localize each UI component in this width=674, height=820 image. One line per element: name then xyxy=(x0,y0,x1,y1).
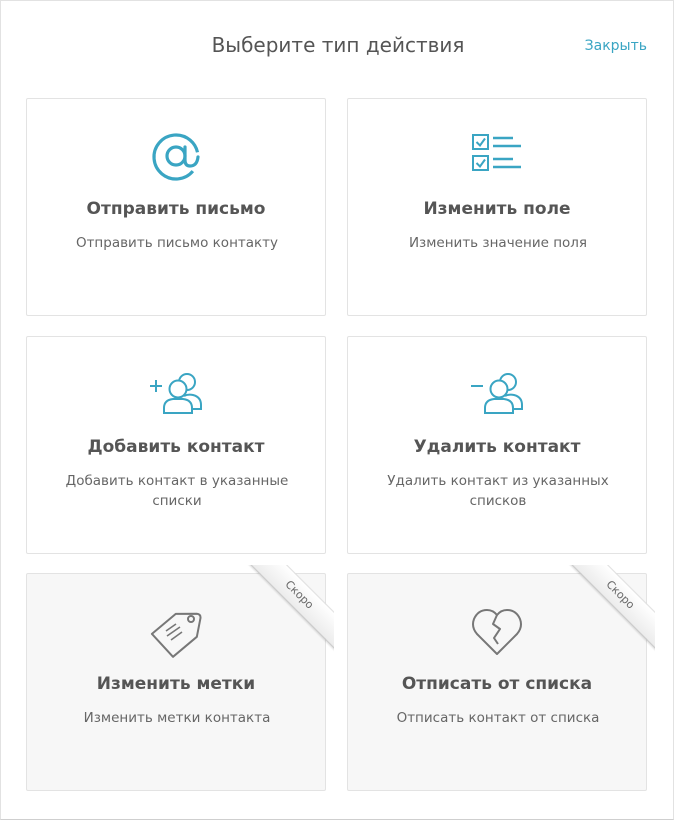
broken-heart-icon xyxy=(348,604,646,660)
action-card-change-field[interactable]: Изменить поле Изменить значение поля xyxy=(347,98,647,316)
card-title: Отправить письмо xyxy=(86,199,266,219)
add-contact-icon xyxy=(27,367,325,423)
card-title: Изменить поле xyxy=(423,199,571,219)
action-type-dialog: Выберите тип действия Закрыть Отправить … xyxy=(0,0,674,820)
checklist-icon xyxy=(348,129,646,185)
remove-contact-icon xyxy=(348,367,646,423)
card-title: Отписать от списка xyxy=(401,674,593,694)
action-card-remove-contact[interactable]: Удалить контакт Удалить контакт из указа… xyxy=(347,336,647,554)
card-title: Изменить метки xyxy=(96,674,256,694)
card-description: Отправить письмо контакту xyxy=(75,235,279,251)
action-card-send-email[interactable]: Отправить письмо Отправить письмо контак… xyxy=(26,98,326,316)
card-title: Удалить контакт xyxy=(413,437,581,457)
action-card-add-contact[interactable]: Добавить контакт Добавить контакт в указ… xyxy=(26,336,326,554)
card-description: Отписать контакт от списка xyxy=(396,710,600,726)
at-sign-icon xyxy=(27,129,325,185)
card-description: Изменить значение поля xyxy=(408,235,588,251)
action-card-unsubscribe: Отписать от списка Отписать контакт от с… xyxy=(347,565,655,791)
card-title: Добавить контакт xyxy=(87,437,265,457)
card-description: Добавить контакт в указанные списки xyxy=(65,473,289,509)
dialog-title: Выберите тип действия xyxy=(211,33,465,57)
close-link[interactable]: Закрыть xyxy=(585,38,647,54)
tag-icon xyxy=(27,604,325,660)
card-description: Изменить метки контакта xyxy=(83,710,271,726)
card-description: Удалить контакт из указанных списков xyxy=(387,473,609,509)
action-card-change-tags: Изменить метки Изменить метки контакта С… xyxy=(26,565,334,791)
